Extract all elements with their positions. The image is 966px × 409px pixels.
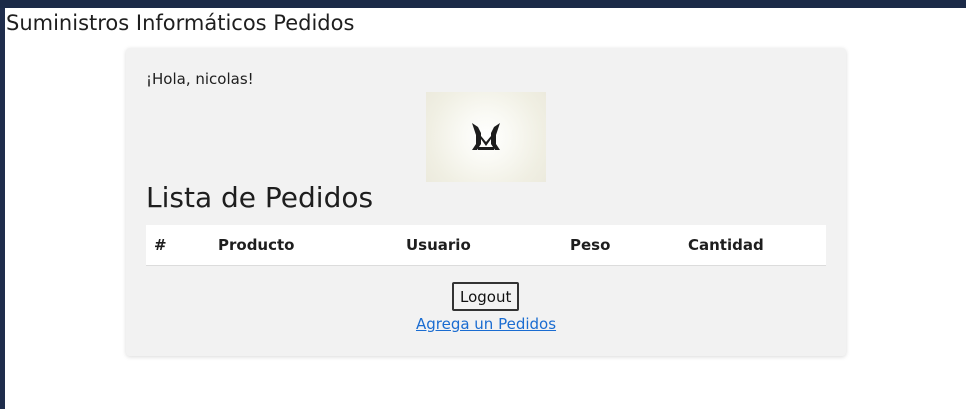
column-header-usuario: Usuario [406, 236, 471, 254]
logout-button[interactable]: Logout [452, 282, 520, 311]
table-header-row: # Producto Usuario Peso Cantidad [146, 225, 826, 266]
brand-logo [426, 92, 546, 182]
column-header-cantidad: Cantidad [688, 236, 764, 254]
greeting-text: ¡Hola, nicolas! [146, 70, 254, 88]
top-bar [0, 0, 966, 8]
column-header-number: # [154, 236, 167, 254]
window-edge [0, 8, 5, 409]
orders-table: # Producto Usuario Peso Cantidad [146, 225, 826, 266]
page-header-title: Suministros Informáticos Pedidos [6, 11, 355, 35]
column-header-producto: Producto [218, 236, 295, 254]
winged-dg-logo-icon [472, 123, 500, 150]
add-order-link[interactable]: Agrega un Pedidos [126, 315, 846, 333]
main-card: ¡Hola, nicolas! Lista de Pedidos # Produ… [126, 48, 846, 356]
column-header-peso: Peso [570, 236, 611, 254]
orders-section-title: Lista de Pedidos [146, 181, 374, 214]
